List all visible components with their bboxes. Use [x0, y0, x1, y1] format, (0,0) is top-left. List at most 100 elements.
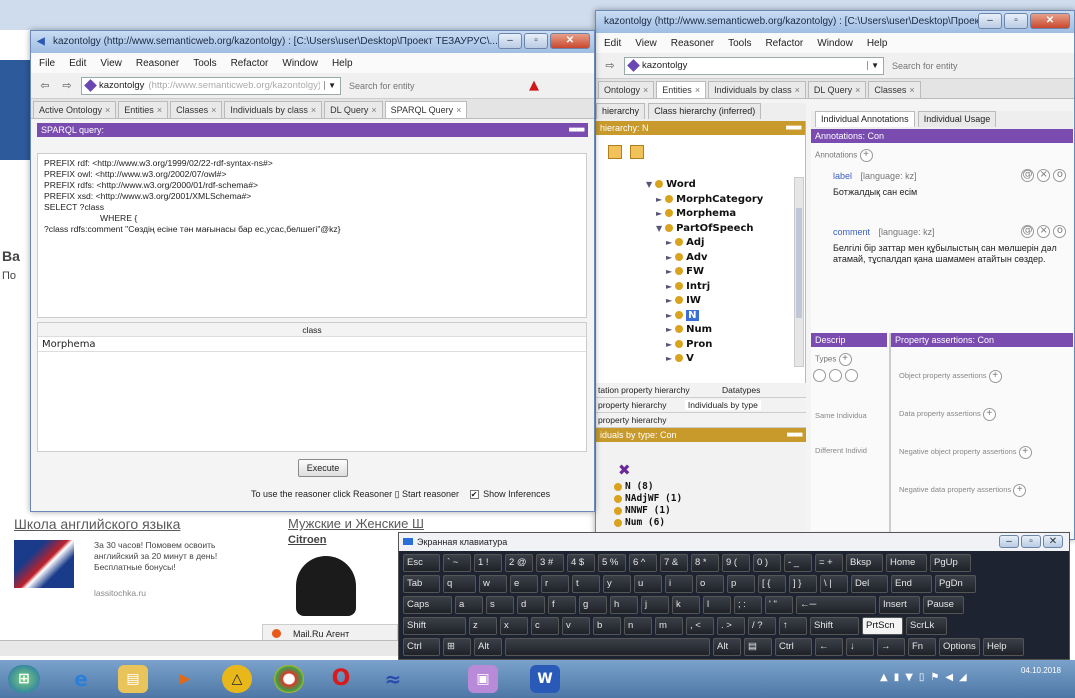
menu-reasoner[interactable]: Reasoner — [136, 58, 179, 69]
close-tab-icon[interactable]: × — [157, 105, 162, 115]
key-symbol[interactable]: \ | — [820, 575, 848, 593]
menu-refactor[interactable]: Refactor — [765, 38, 803, 49]
key-g[interactable]: g — [579, 596, 607, 614]
key-symbol[interactable]: . > — [717, 617, 745, 635]
menu-tools[interactable]: Tools — [193, 58, 216, 69]
key-c[interactable]: c — [531, 617, 559, 635]
tab-annotation-property-hierarchy[interactable]: tation property hierarchy — [598, 385, 690, 395]
key-p[interactable]: p — [727, 575, 755, 593]
protege-main-window[interactable]: kazontolgy (http://www.semanticweb.org/k… — [595, 10, 1075, 540]
key-symbol[interactable]: → — [877, 638, 905, 656]
key-4[interactable]: 4 $ — [567, 554, 595, 572]
key-symbol[interactable]: ←─ — [796, 596, 876, 614]
key-symbol[interactable]: ] } — [789, 575, 817, 593]
key-symbol[interactable]: [ { — [758, 575, 786, 593]
execute-button[interactable]: Execute — [298, 459, 348, 477]
key-caps[interactable]: Caps — [403, 596, 452, 614]
key-symbol[interactable]: = + — [815, 554, 843, 572]
maximize-button[interactable]: ▫ — [524, 33, 548, 49]
minimize-button[interactable]: – — [978, 13, 1002, 29]
key-u[interactable]: u — [634, 575, 662, 593]
search-input[interactable] — [890, 56, 1040, 75]
ad-image-london[interactable] — [14, 540, 74, 588]
close-tab-icon[interactable]: × — [371, 105, 376, 115]
add-data-property-icon[interactable]: + — [982, 407, 996, 421]
key-k[interactable]: k — [672, 596, 700, 614]
key-3[interactable]: 3 # — [536, 554, 564, 572]
collapsed-arrow-icon[interactable]: ► — [666, 282, 672, 291]
opera-icon[interactable]: O — [326, 665, 356, 693]
type-info-icon[interactable] — [813, 369, 826, 382]
collapsed-arrow-icon[interactable]: ► — [666, 325, 672, 334]
key-n[interactable]: n — [624, 617, 652, 635]
menu-file[interactable]: File — [39, 58, 55, 69]
annotation-info-icon[interactable]: @ — [1021, 169, 1034, 182]
key-scrlk[interactable]: ScrLk — [906, 617, 947, 635]
key-j[interactable]: j — [641, 596, 669, 614]
key-symbol[interactable]: ' " — [765, 596, 793, 614]
key-y[interactable]: y — [603, 575, 631, 593]
tab-datatypes[interactable]: Datatypes — [722, 385, 760, 395]
osk-close-button[interactable]: ✕ — [1043, 535, 1063, 548]
sparql-window-titlebar[interactable]: ◀ kazontolgy (http://www.semanticweb.org… — [31, 31, 594, 53]
menu-reasoner[interactable]: Reasoner — [671, 38, 714, 49]
key-b[interactable]: b — [593, 617, 621, 635]
app-icon[interactable]: △ — [222, 665, 252, 693]
tab-entities[interactable]: Entities × — [118, 101, 169, 118]
osk-minimize-button[interactable]: – — [999, 535, 1019, 548]
collapsed-arrow-icon[interactable]: ► — [666, 296, 672, 305]
key-ctrl[interactable]: Ctrl — [403, 638, 440, 656]
explorer-icon[interactable]: ▤ — [118, 665, 148, 693]
collapsed-arrow-icon[interactable]: ► — [656, 195, 662, 204]
close-tab-icon[interactable]: × — [909, 85, 914, 95]
tab-data-property-hierarchy[interactable]: property hierarchy — [596, 413, 806, 428]
forward-arrow-icon[interactable]: ⇨ — [602, 58, 618, 74]
key-alt[interactable]: Alt — [713, 638, 741, 656]
maximize-button[interactable]: ▫ — [1004, 13, 1028, 29]
ad-title-hats[interactable]: Мужские и Женские Ш — [288, 516, 424, 531]
key-1[interactable]: 1 ! — [474, 554, 502, 572]
key-6[interactable]: 6 ^ — [629, 554, 657, 572]
media-player-icon[interactable]: ▶ — [170, 665, 200, 693]
search-input[interactable] — [347, 76, 497, 95]
menu-tools[interactable]: Tools — [728, 38, 751, 49]
clock[interactable]: 04.10.2018 — [1011, 664, 1071, 678]
tree-item-word[interactable]: ▼ Word — [646, 179, 696, 190]
tree-item-morphcategory[interactable]: ► MorphCategory — [656, 194, 763, 205]
tree-item-iw[interactable]: ► IW — [666, 295, 701, 306]
tab-individuals-by-type[interactable]: Individuals by type — [684, 400, 761, 410]
menu-refactor[interactable]: Refactor — [231, 58, 269, 69]
tab-hierarchy[interactable]: hierarchy — [596, 103, 646, 119]
key-pgdn[interactable]: PgDn — [935, 575, 976, 593]
tab-dl-query[interactable]: DL Query × — [807, 81, 867, 98]
key-esc[interactable]: Esc — [403, 554, 440, 572]
individual-type-row[interactable]: NAdjWF (1) — [614, 493, 682, 505]
key-symbol[interactable]: ⊞ — [443, 638, 471, 656]
close-button[interactable]: ✕ — [550, 33, 590, 49]
splitter[interactable] — [889, 333, 891, 533]
key-end[interactable]: End — [891, 575, 932, 593]
paint-icon[interactable]: ▣ — [468, 665, 498, 693]
annotation-delete-icon[interactable]: × — [1037, 169, 1051, 182]
key-s[interactable]: s — [486, 596, 514, 614]
browser-scrollbar[interactable] — [0, 640, 400, 656]
key-h[interactable]: h — [610, 596, 638, 614]
minimize-button[interactable]: – — [498, 33, 522, 49]
tab-ontology[interactable]: Ontology × — [598, 81, 655, 98]
annotation-delete-icon[interactable]: × — [1037, 225, 1051, 238]
individual-type-row[interactable]: Num (6) — [614, 517, 682, 529]
chevron-down-icon[interactable]: ▼ — [324, 81, 336, 90]
individual-type-row[interactable]: NNWF (1) — [614, 505, 682, 517]
menu-view[interactable]: View — [635, 38, 657, 49]
key-prtscn[interactable]: PrtScn — [862, 617, 903, 635]
start-button-icon[interactable]: ⊞ — [8, 665, 40, 693]
expanded-arrow-icon[interactable]: ▼ — [646, 180, 652, 189]
close-tab-icon[interactable]: × — [695, 85, 700, 95]
key-0[interactable]: 0 ) — [753, 554, 781, 572]
key-d[interactable]: d — [517, 596, 545, 614]
collapsed-arrow-icon[interactable]: ► — [666, 354, 672, 363]
add-object-property-icon[interactable]: + — [988, 369, 1002, 383]
close-tab-icon[interactable]: × — [105, 105, 110, 115]
tab-active-ontology[interactable]: Active Ontology × — [33, 101, 117, 118]
key-q[interactable]: q — [443, 575, 476, 593]
